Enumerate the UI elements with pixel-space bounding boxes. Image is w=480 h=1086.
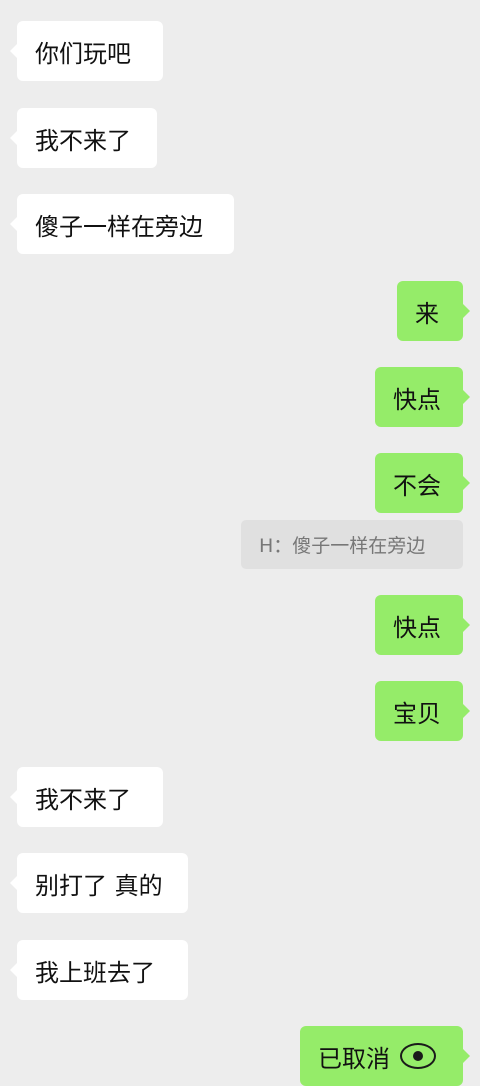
message-text: 宝贝 xyxy=(393,699,441,728)
message-text: 不会 xyxy=(393,471,441,500)
quoted-reply-text: H：傻子一样在旁边 xyxy=(259,535,426,557)
message-text: 快点 xyxy=(393,385,441,414)
message-text: 我不来了 xyxy=(35,785,131,814)
message-bubble-incoming[interactable]: 我上班去了 xyxy=(10,940,188,1000)
eye-icon xyxy=(400,1043,436,1069)
message-bubble-outgoing[interactable]: 快点 xyxy=(375,595,470,655)
message-bubble-outgoing[interactable]: 来 xyxy=(397,281,470,341)
message-bubble-incoming[interactable]: 我不来了 xyxy=(10,108,157,168)
message-bubble-outgoing[interactable]: 不会 xyxy=(375,453,470,513)
quoted-reply[interactable]: H：傻子一样在旁边 xyxy=(241,520,463,569)
message-bubble-outgoing[interactable]: 宝贝 xyxy=(375,681,470,741)
message-bubble-incoming[interactable]: 我不来了 xyxy=(10,767,163,827)
message-text: 我上班去了 xyxy=(35,958,155,987)
message-bubble-incoming[interactable]: 傻子一样在旁边 xyxy=(10,194,234,254)
message-bubble-incoming[interactable]: 你们玩吧 xyxy=(10,21,163,81)
message-text: 已取消 xyxy=(318,1044,390,1073)
message-bubble-outgoing[interactable]: 快点 xyxy=(375,367,470,427)
message-text: 你们玩吧 xyxy=(35,39,131,68)
message-text: 来 xyxy=(415,299,439,328)
message-text: 别打了 真的 xyxy=(35,871,163,900)
message-text: 傻子一样在旁边 xyxy=(35,212,203,241)
message-text: 快点 xyxy=(393,613,441,642)
message-text: 我不来了 xyxy=(35,126,131,155)
message-bubble-incoming[interactable]: 别打了 真的 xyxy=(10,853,188,913)
message-bubble-outgoing[interactable]: 已取消 xyxy=(300,1026,470,1086)
